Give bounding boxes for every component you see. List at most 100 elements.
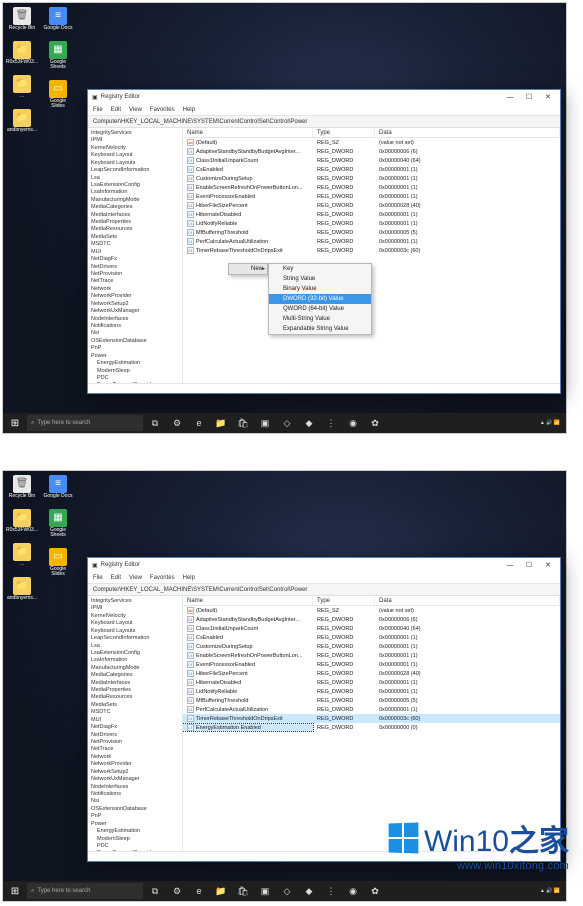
taskbar-app-5[interactable]: ✿ (365, 413, 385, 433)
desktop-icon-folder3[interactable]: 📁andbnyems... (7, 577, 37, 601)
tree-item[interactable]: NetworkSetup2 (91, 301, 180, 308)
menu-file[interactable]: File (93, 575, 103, 581)
value-row[interactable]: 01CustomizeDuringSetupREG_DWORD0x0000000… (183, 642, 560, 651)
tree-item[interactable]: NetworkUxManager (91, 776, 180, 783)
value-row[interactable]: 01EventProcessorEnabledREG_DWORD0x000000… (183, 192, 560, 201)
col-header-data[interactable]: Data (375, 128, 560, 137)
desktop-icon-folder1[interactable]: 📁R0x53FW03... (7, 41, 37, 65)
value-row[interactable]: 01TimerRebaseThresholdOnDripsExitREG_DWO… (183, 246, 560, 255)
tree-panel[interactable]: IntegrityServicesIPMIKernelVelocityKeybo… (88, 596, 183, 851)
taskbar-app-2[interactable]: ◇ (277, 881, 297, 901)
address-bar[interactable]: Computer\HKEY_LOCAL_MACHINE\SYSTEM\Curre… (88, 584, 560, 596)
desktop-icon-recycle[interactable]: 🗑Recycle Bin (7, 475, 37, 499)
value-row[interactable]: 01LidNotifyReliableREG_DWORD0x00000001 (… (183, 687, 560, 696)
tree-item[interactable]: Keyboard Layout (91, 152, 180, 159)
value-row[interactable]: 01MfBufferingThresholdREG_DWORD0x0000000… (183, 696, 560, 705)
start-button[interactable]: ⊞ (5, 413, 25, 433)
tree-item[interactable]: NetTrace (91, 746, 180, 753)
value-row-new[interactable]: 01EnergyEstimation EnabledREG_DWORD0x000… (183, 723, 560, 732)
tree-item[interactable]: MediaResources (91, 226, 180, 233)
value-row[interactable]: ab(Default)REG_SZ(value not set) (183, 606, 560, 615)
desktop-icon-gslides[interactable]: ▭Google Slides (43, 80, 73, 109)
tree-subitem[interactable]: PDC (91, 843, 180, 850)
tree-item[interactable]: Notifications (91, 791, 180, 798)
tree-item[interactable]: NetworkUxManager (91, 308, 180, 315)
value-row[interactable]: 01EnableScreenRefreshOnPowerButtonLon...… (183, 183, 560, 192)
taskbar-app-1[interactable]: ⚙ (167, 413, 187, 433)
desktop-icon-gdocs[interactable]: ≡Google Docs (43, 475, 73, 499)
taskbar-app-1[interactable]: ⚙ (167, 881, 187, 901)
tree-subitem[interactable]: ModernSleep (91, 836, 180, 843)
desktop-icon-folder2[interactable]: 📁... (7, 75, 37, 99)
tree-item[interactable]: NetDiagFx (91, 724, 180, 731)
taskbar-app-2[interactable]: ◇ (277, 413, 297, 433)
context-item-multi-string-value[interactable]: Multi-String Value (269, 314, 371, 324)
tree-item[interactable]: NodeInterfaces (91, 784, 180, 791)
value-row[interactable]: 01Class1InitialUnparkCountREG_DWORD0x000… (183, 156, 560, 165)
value-row[interactable]: 01HibernateDisabledREG_DWORD0x00000001 (… (183, 210, 560, 219)
menu-view[interactable]: View (129, 107, 142, 113)
taskbar-explorer-icon[interactable]: 📁 (211, 413, 231, 433)
tree-item[interactable]: Lsa (91, 643, 180, 650)
context-item-dword-32-bit-value[interactable]: DWORD (32-bit) Value (269, 294, 371, 304)
tree-subitem[interactable]: EnergyEstimation (91, 828, 180, 835)
titlebar[interactable]: ▣ Registry Editor — ☐ ✕ (88, 558, 560, 572)
tree-item[interactable]: Keyboard Layouts (91, 160, 180, 167)
menu-file[interactable]: File (93, 107, 103, 113)
context-item-key[interactable]: Key (269, 264, 371, 274)
task-view-icon[interactable]: ⧉ (145, 881, 165, 901)
minimize-button[interactable]: — (502, 90, 518, 104)
value-row[interactable]: 01EventProcessorEnabledREG_DWORD0x000000… (183, 660, 560, 669)
context-submenu-new[interactable]: KeyString ValueBinary ValueDWORD (32-bit… (268, 263, 372, 335)
value-row[interactable]: 01EnableScreenRefreshOnPowerButtonLon...… (183, 651, 560, 660)
tree-item[interactable]: IPMI (91, 137, 180, 144)
search-box[interactable]: ⌕ Type here to search (27, 415, 143, 431)
value-row[interactable]: 01PerfCalculateActualUtilizationREG_DWOR… (183, 705, 560, 714)
tree-item[interactable]: Keyboard Layout (91, 620, 180, 627)
value-row[interactable]: 01HiberFileSizePercentREG_DWORD0x0000002… (183, 669, 560, 678)
tree-item[interactable]: Keyboard Layouts (91, 628, 180, 635)
tree-item[interactable]: Network (91, 754, 180, 761)
context-menu-main[interactable]: New (228, 263, 268, 275)
taskbar-store-icon[interactable]: 🛍 (233, 881, 253, 901)
address-bar[interactable]: Computer\HKEY_LOCAL_MACHINE\SYSTEM\Curre… (88, 116, 560, 128)
tree-item[interactable]: MediaProperties (91, 219, 180, 226)
tree-item[interactable]: NetTrace (91, 278, 180, 285)
tree-item[interactable]: IPMI (91, 605, 180, 612)
tree-item[interactable]: PnP (91, 813, 180, 820)
tree-item[interactable]: ManufacturingMode (91, 665, 180, 672)
taskbar-app-4[interactable]: ⋮ (321, 881, 341, 901)
taskbar-steam-icon[interactable]: ◉ (343, 881, 363, 901)
tree-item[interactable]: MediaCategories (91, 204, 180, 211)
tree-item[interactable]: Network (91, 286, 180, 293)
minimize-button[interactable]: — (502, 558, 518, 572)
taskbar-app-5[interactable]: ✿ (365, 881, 385, 901)
context-new-item[interactable]: New (229, 264, 267, 274)
values-list[interactable]: Name Type Data ab(Default)REG_SZ(value n… (183, 596, 560, 851)
tree-item[interactable]: Nsi (91, 330, 180, 337)
value-row[interactable]: 01CsEnabledREG_DWORD0x00000001 (1) (183, 165, 560, 174)
tree-item[interactable]: LeapSecondInformation (91, 635, 180, 642)
value-row[interactable]: 01CustomizeDuringSetupREG_DWORD0x0000000… (183, 174, 560, 183)
tree-item[interactable]: MUI (91, 717, 180, 724)
tree-item[interactable]: MSDTC (91, 709, 180, 716)
tree-subitem[interactable]: PDC (91, 375, 180, 382)
value-row[interactable]: 01TimerRebaseThresholdOnDripsExitREG_DWO… (183, 714, 560, 723)
search-box[interactable]: ⌕ Type here to search (27, 883, 143, 899)
value-row[interactable]: 01LidNotifyReliableREG_DWORD0x00000001 (… (183, 219, 560, 228)
tree-subitem[interactable]: ModernSleep (91, 368, 180, 375)
task-view-icon[interactable]: ⧉ (145, 413, 165, 433)
tree-item[interactable]: PnP (91, 345, 180, 352)
tree-item[interactable]: LsaInformation (91, 189, 180, 196)
menu-help[interactable]: Help (183, 107, 195, 113)
start-button[interactable]: ⊞ (5, 881, 25, 901)
taskbar-edge-icon[interactable]: e (189, 881, 209, 901)
tree-panel[interactable]: IntegrityServicesIPMIKernelVelocityKeybo… (88, 128, 183, 383)
taskbar-regedit-icon[interactable]: ▣ (255, 881, 275, 901)
context-item-binary-value[interactable]: Binary Value (269, 284, 371, 294)
taskbar-app-3[interactable]: ◆ (299, 413, 319, 433)
tree-item[interactable]: KernelVelocity (91, 613, 180, 620)
close-button[interactable]: ✕ (540, 558, 556, 572)
taskbar-app-4[interactable]: ⋮ (321, 413, 341, 433)
context-item-qword-64-bit-value[interactable]: QWORD (64-bit) Value (269, 304, 371, 314)
